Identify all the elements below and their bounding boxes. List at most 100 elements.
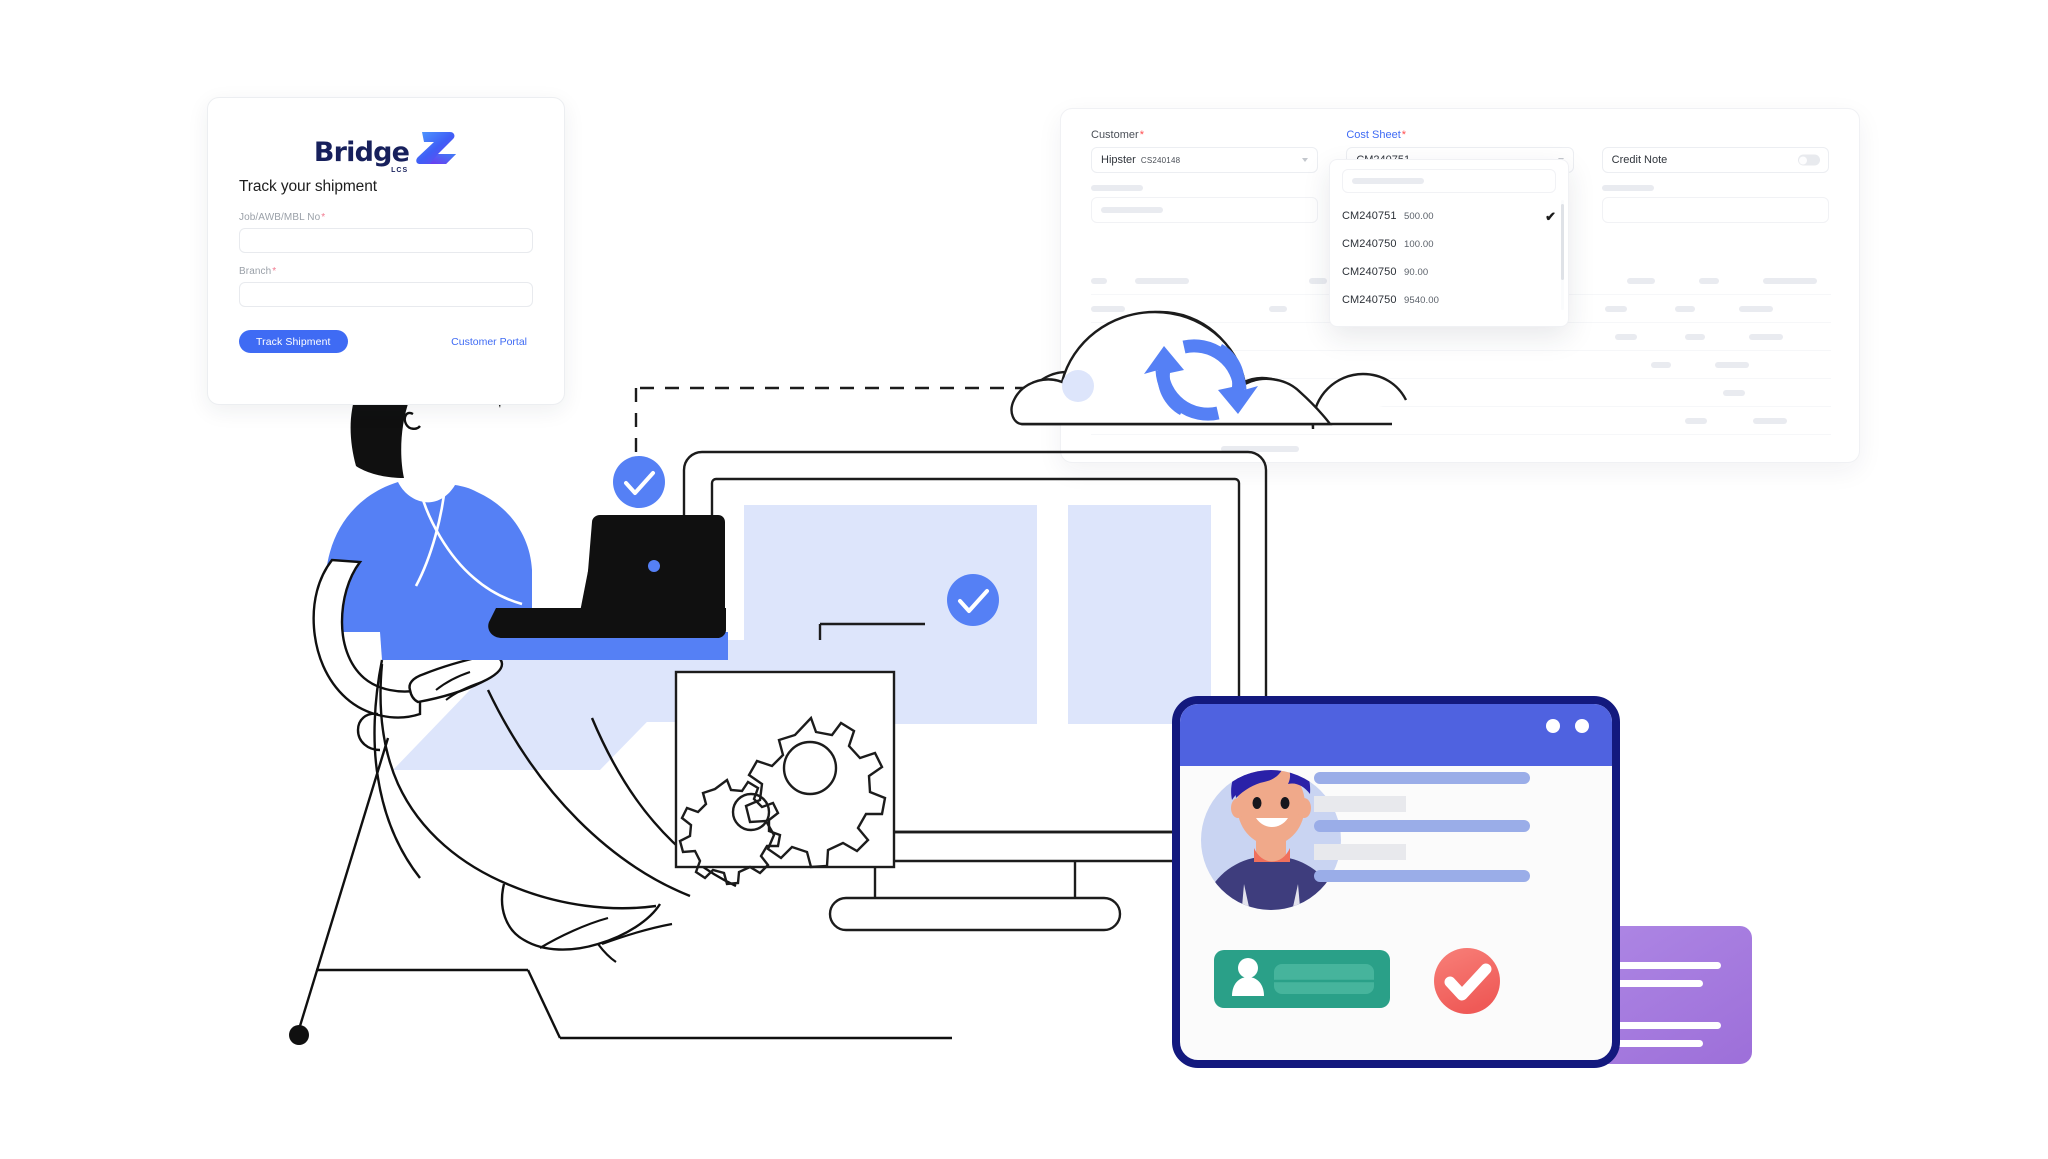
monitor-screen-block-right	[1068, 505, 1211, 724]
skeleton-cell	[1739, 305, 1773, 312]
cost-sheet-required-asterisk: *	[1401, 129, 1407, 141]
logo-sub-text: LCS	[391, 167, 409, 174]
logo-word-text: Bridge	[313, 137, 410, 168]
skeleton-cell	[1685, 333, 1705, 340]
customer-select-code: CS240148	[1140, 155, 1181, 165]
customer-label: Customer*	[1091, 129, 1318, 141]
job-number-required-asterisk: *	[321, 212, 326, 223]
purple-note-card	[1530, 926, 1752, 1064]
skeleton-cell	[1749, 333, 1783, 340]
skeleton-cell	[1699, 277, 1719, 284]
skeleton-cell	[1715, 361, 1749, 368]
skeleton-cell	[1309, 277, 1327, 284]
desk-surface	[393, 640, 727, 770]
track-shipment-card: Bridge LCS Track your shipment Job/AWB/M…	[207, 97, 565, 405]
dropdown-option-code: CM240751	[1342, 210, 1397, 222]
credit-note-toggle[interactable]	[1797, 154, 1820, 166]
skeleton-text	[1101, 207, 1163, 213]
desktop-monitor	[682, 450, 1268, 932]
job-number-label: Job/AWB/MBL No*	[239, 212, 533, 223]
skeleton-cell	[1135, 277, 1189, 284]
skeleton-input	[1091, 197, 1319, 223]
skeleton-cell	[1091, 389, 1183, 396]
user-profile-window	[1172, 696, 1620, 1068]
table-row	[1091, 351, 1831, 379]
dropdown-option[interactable]: CM240750 90.00	[1330, 258, 1568, 286]
red-check-badge	[1434, 948, 1500, 1014]
job-number-input[interactable]	[239, 228, 533, 253]
illustration-canvas: Customer* Hipster CS240148 Cost Sheet* C…	[0, 0, 2048, 1159]
skeleton-cell	[1091, 277, 1107, 284]
skeleton-cell	[1723, 389, 1745, 396]
branch-required-asterisk: *	[272, 266, 277, 277]
dropdown-option[interactable]: CM240750 100.00	[1330, 230, 1568, 258]
dropdown-option-amount: 500.00	[1404, 210, 1434, 222]
dropdown-option-code: CM240750	[1342, 294, 1397, 306]
skeleton-cell	[1685, 417, 1707, 424]
branch-field-group: Branch*	[239, 266, 533, 320]
check-badge-top	[613, 456, 665, 508]
track-card-actions: Track Shipment Customer Portal	[239, 330, 533, 353]
customer-required-asterisk: *	[1139, 129, 1144, 141]
skeleton-text	[1352, 178, 1424, 184]
table-row	[1091, 379, 1831, 407]
customer-column: Customer* Hipster CS240148	[1091, 129, 1319, 223]
skeleton-cell	[1269, 305, 1287, 312]
table-row	[1091, 407, 1831, 434]
dropdown-option[interactable]: CM240750 9540.00	[1330, 286, 1568, 314]
customer-label-text: Customer	[1091, 129, 1139, 141]
customer-select-value: Hipster	[1101, 154, 1136, 166]
skeleton-cell	[1675, 305, 1695, 312]
track-shipment-button[interactable]: Track Shipment	[239, 330, 348, 353]
avatar	[1201, 770, 1341, 910]
window-dot	[1575, 719, 1589, 733]
dropdown-scrollbar-thumb[interactable]	[1561, 204, 1564, 280]
dropdown-option[interactable]: CM240751 500.00 ✔	[1330, 202, 1568, 230]
skeleton-cell	[1605, 305, 1627, 312]
dropdown-option-amount: 100.00	[1404, 238, 1434, 250]
credit-note-field[interactable]: Credit Note	[1601, 147, 1829, 173]
dropdown-option-amount: 9540.00	[1404, 294, 1440, 306]
skeleton-cell	[1091, 333, 1125, 340]
skeleton-cell	[1615, 333, 1637, 340]
customer-select[interactable]: Hipster CS240148	[1091, 147, 1319, 173]
table-row	[1091, 323, 1831, 351]
skeleton-input	[1601, 197, 1829, 223]
job-number-label-text: Job/AWB/MBL No	[239, 212, 321, 223]
skeleton-label	[1091, 185, 1143, 191]
desk-surface-right	[727, 640, 1003, 722]
skeleton-cell	[1627, 277, 1655, 284]
dropdown-option-code: CM240750	[1342, 238, 1397, 250]
credit-note-column: Credit Note	[1601, 129, 1829, 223]
page-title: Track your shipment	[239, 178, 377, 195]
desk-surface-top	[600, 640, 1003, 722]
skeleton-cell	[1221, 445, 1299, 452]
cost-sheet-dropdown[interactable]: CM240751 500.00 ✔ CM240750 100.00 CM2407…	[1329, 159, 1569, 327]
woman-working-on-laptop	[289, 342, 952, 1045]
monitor-screen-block-left	[744, 505, 1037, 724]
dropdown-option-amount: 90.00	[1404, 266, 1429, 278]
erp-cost-sheet-panel: Customer* Hipster CS240148 Cost Sheet* C…	[1060, 108, 1860, 463]
bridge-lcs-logo-mark	[416, 132, 457, 164]
job-number-field-group: Job/AWB/MBL No*	[239, 212, 533, 266]
dropdown-option-code: CM240750	[1342, 266, 1397, 278]
gears-card	[674, 670, 896, 886]
laptop-logo-dot	[648, 560, 660, 572]
person-icon	[1232, 958, 1264, 996]
window-dot	[1546, 719, 1560, 733]
green-id-badge	[1214, 950, 1390, 1008]
customer-portal-link[interactable]: Customer Portal	[451, 336, 527, 348]
profile-text-lines	[1314, 772, 1530, 882]
dropdown-search-input[interactable]	[1342, 169, 1556, 193]
check-badge-monitor	[947, 574, 999, 626]
logo-wordmark: Bridge LCS	[313, 137, 410, 174]
branch-input[interactable]	[239, 282, 533, 307]
branch-label-text: Branch	[239, 266, 272, 277]
dashed-connector	[634, 386, 1025, 462]
skeleton-label	[1601, 185, 1654, 191]
cost-sheet-label: Cost Sheet*	[1346, 129, 1573, 141]
table-row	[1091, 434, 1831, 462]
skeleton-cell	[1651, 361, 1671, 368]
check-icon: ✔	[1545, 208, 1556, 224]
cost-sheet-label-text: Cost Sheet	[1346, 129, 1401, 141]
